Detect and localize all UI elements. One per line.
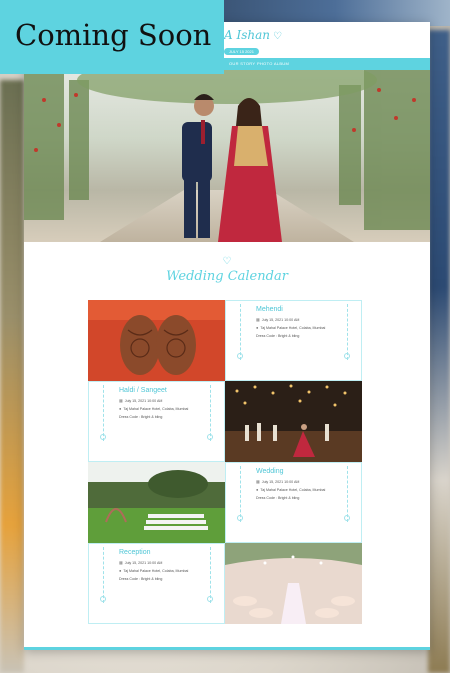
- couple-photo: [24, 70, 430, 242]
- event-date: ▦ July 15, 2021 10:00 AM: [119, 560, 163, 565]
- calendar-icon: ▦: [119, 398, 123, 403]
- event-name: Reception: [119, 549, 151, 556]
- decor-line: [347, 304, 348, 360]
- location-pin-icon: ●: [119, 406, 122, 411]
- event-venue: ● Taj Mahal Palace Hotel, Colaba, Mumbai: [119, 568, 189, 573]
- website-preview-card: A Ishan ♡ JULY 15 2021 OUR STORY PHOTO AL…: [24, 22, 430, 650]
- coming-soon-text: Coming Soon: [15, 18, 212, 52]
- sangeet-photo: [225, 381, 362, 462]
- date-pill: JULY 15 2021: [224, 48, 259, 55]
- location-pin-icon: ●: [256, 325, 259, 330]
- event-dress-code: Dress Code : Bright & bling: [119, 415, 163, 419]
- event-card-mehendi: Mehendi ▦ July 15, 2021 10:00 AM ● Taj Mah…: [225, 300, 362, 381]
- calendar-icon: ▦: [256, 317, 260, 322]
- decor-line: [103, 385, 104, 441]
- section-title: Wedding Calendar: [166, 269, 288, 284]
- reception-hall-photo: [225, 543, 362, 624]
- calendar-icon: ▦: [119, 560, 123, 565]
- location-pin-icon: ●: [256, 487, 259, 492]
- event-grid: Mehendi ▦ July 15, 2021 10:00 AM ● Taj Mah…: [88, 300, 364, 628]
- event-date: ▦ July 15, 2021 10:00 AM: [119, 398, 163, 403]
- event-dress-code: Dress Code : Bright & bling: [119, 577, 163, 581]
- chevron-down-icon: [344, 515, 350, 521]
- chevron-down-icon: [100, 596, 106, 602]
- heart-icon: ♡: [273, 31, 282, 42]
- event-dress-code: Dress Code : Bright & bling: [256, 334, 300, 338]
- decor-line: [240, 304, 241, 360]
- brand-text: A Ishan: [224, 28, 270, 42]
- event-venue: ● Taj Mahal Palace Hotel, Colaba, Mumbai: [256, 487, 326, 492]
- event-card-haldi-sangeet: Haldi / Sangeet ▦ July 15, 2021 10:00 AM …: [88, 381, 225, 462]
- background-blur-right: [428, 30, 450, 673]
- card-bottom-border: [24, 647, 430, 650]
- event-date: ▦ July 15, 2021 10:00 AM: [256, 317, 300, 322]
- event-name: Mehendi: [256, 306, 283, 313]
- wedding-venue-photo: [88, 462, 225, 543]
- event-name: Haldi / Sangeet: [119, 387, 167, 394]
- nav-link-our-story[interactable]: OUR STORY: [229, 58, 255, 70]
- event-dress-code: Dress Code : Bright & bling: [256, 496, 300, 500]
- event-card-wedding: Wedding ▦ July 15, 2021 10:00 AM ● Taj Mah…: [225, 462, 362, 543]
- event-name: Wedding: [256, 468, 284, 475]
- event-venue: ● Taj Mahal Palace Hotel, Colaba, Mumbai: [256, 325, 326, 330]
- location-pin-icon: ●: [119, 568, 122, 573]
- decor-line: [210, 547, 211, 603]
- site-brand[interactable]: A Ishan ♡: [224, 28, 282, 42]
- decor-line: [210, 385, 211, 441]
- chevron-down-icon: [237, 515, 243, 521]
- hero-photo: [24, 70, 430, 242]
- coming-soon-banner: Coming Soon: [0, 0, 224, 74]
- event-date: ▦ July 15, 2021 10:00 AM: [256, 479, 300, 484]
- chevron-down-icon: [207, 596, 213, 602]
- chevron-down-icon: [207, 434, 213, 440]
- decor-line: [240, 466, 241, 522]
- event-venue: ● Taj Mahal Palace Hotel, Colaba, Mumbai: [119, 406, 189, 411]
- chevron-down-icon: [344, 353, 350, 359]
- nav-link-photo-album[interactable]: PHOTO ALBUM: [257, 58, 289, 70]
- calendar-icon: ▦: [256, 479, 260, 484]
- chevron-down-icon: [237, 353, 243, 359]
- chevron-down-icon: [100, 434, 106, 440]
- event-card-reception: Reception ▦ July 15, 2021 10:00 AM ● Taj M…: [88, 543, 225, 624]
- background-blur-left: [0, 80, 24, 673]
- mehendi-photo: [88, 300, 225, 381]
- decor-line: [103, 547, 104, 603]
- decor-line: [347, 466, 348, 522]
- heart-icon: ♡: [222, 256, 232, 267]
